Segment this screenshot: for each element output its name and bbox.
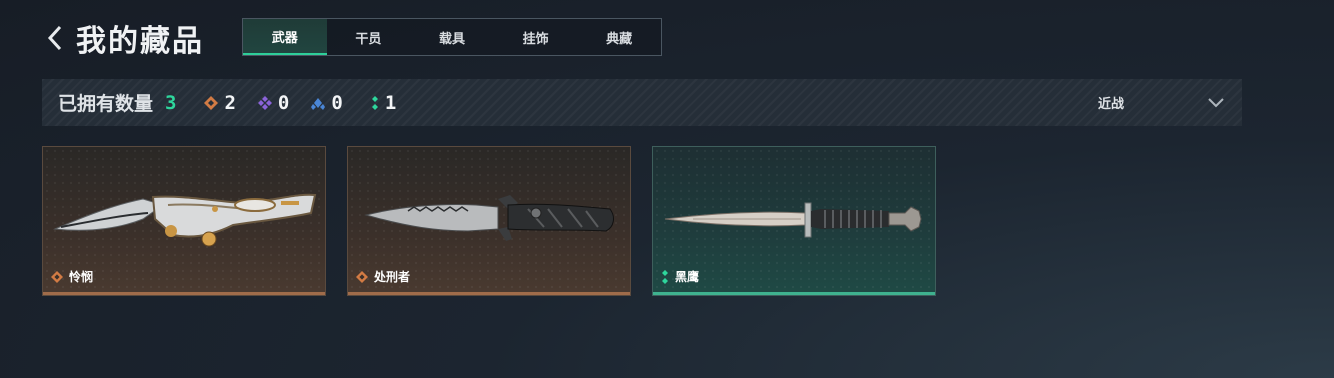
blue-triangle-icon [311, 97, 326, 110]
rarity-count-green: 1 [371, 92, 396, 114]
rarity-strip [43, 292, 325, 295]
rarity-count-value: 1 [384, 91, 397, 114]
green-dots-icon [371, 95, 378, 110]
card-name-label: 黑鹰 [675, 270, 700, 284]
tab-vehicles[interactable]: 载具 [410, 19, 494, 55]
page-header: 我的藏品 [44, 18, 204, 58]
page-title: 我的藏品 [76, 25, 204, 58]
card-name-label: 怜悯 [69, 270, 94, 284]
tab-operators[interactable]: 干员 [327, 19, 411, 55]
dropdown-value: 近战 [1097, 96, 1124, 111]
orange-diamond-icon [51, 270, 63, 283]
chevron-down-icon [1208, 97, 1224, 107]
rarity-count-purple: 0 [257, 91, 290, 114]
rarity-count-orange: 2 [204, 91, 236, 114]
rarity-count-value: 0 [331, 91, 343, 114]
filter-bar: 已拥有数量 3 2 0 0 1 近战 [42, 79, 1242, 126]
card-name-label: 处刑者 [374, 270, 411, 284]
card-name: 黑鹰 [661, 268, 699, 285]
tab-charms[interactable]: 挂饰 [494, 19, 578, 55]
rarity-strip [348, 292, 630, 295]
green-dots-icon [662, 269, 668, 284]
purple-diamond-icon [257, 95, 272, 110]
orange-diamond-icon [356, 270, 368, 283]
owned-label: 已拥有数量 [58, 94, 154, 115]
weapon-card[interactable]: 怜悯 [42, 146, 326, 296]
chevron-left-icon [47, 25, 62, 51]
rarity-count-value: 0 [277, 91, 290, 114]
orange-diamond-icon [204, 95, 219, 110]
tab-weapons[interactable]: 武器 [243, 19, 327, 55]
rarity-count-blue: 0 [311, 91, 343, 114]
card-name: 怜悯 [51, 268, 93, 285]
owned-count: 3 [165, 91, 177, 114]
category-tabs: 武器 干员 载具 挂饰 典藏 [242, 18, 662, 56]
rarity-count-value: 2 [224, 91, 236, 114]
weapon-card[interactable]: 黑鹰 [652, 146, 936, 296]
card-name: 处刑者 [356, 268, 410, 285]
weapon-card[interactable]: 处刑者 [347, 146, 631, 296]
tab-collection[interactable]: 典藏 [577, 19, 661, 55]
melee-type-dropdown[interactable]: 近战 [1098, 79, 1224, 126]
back-button[interactable] [44, 23, 66, 53]
rarity-strip [653, 292, 935, 295]
